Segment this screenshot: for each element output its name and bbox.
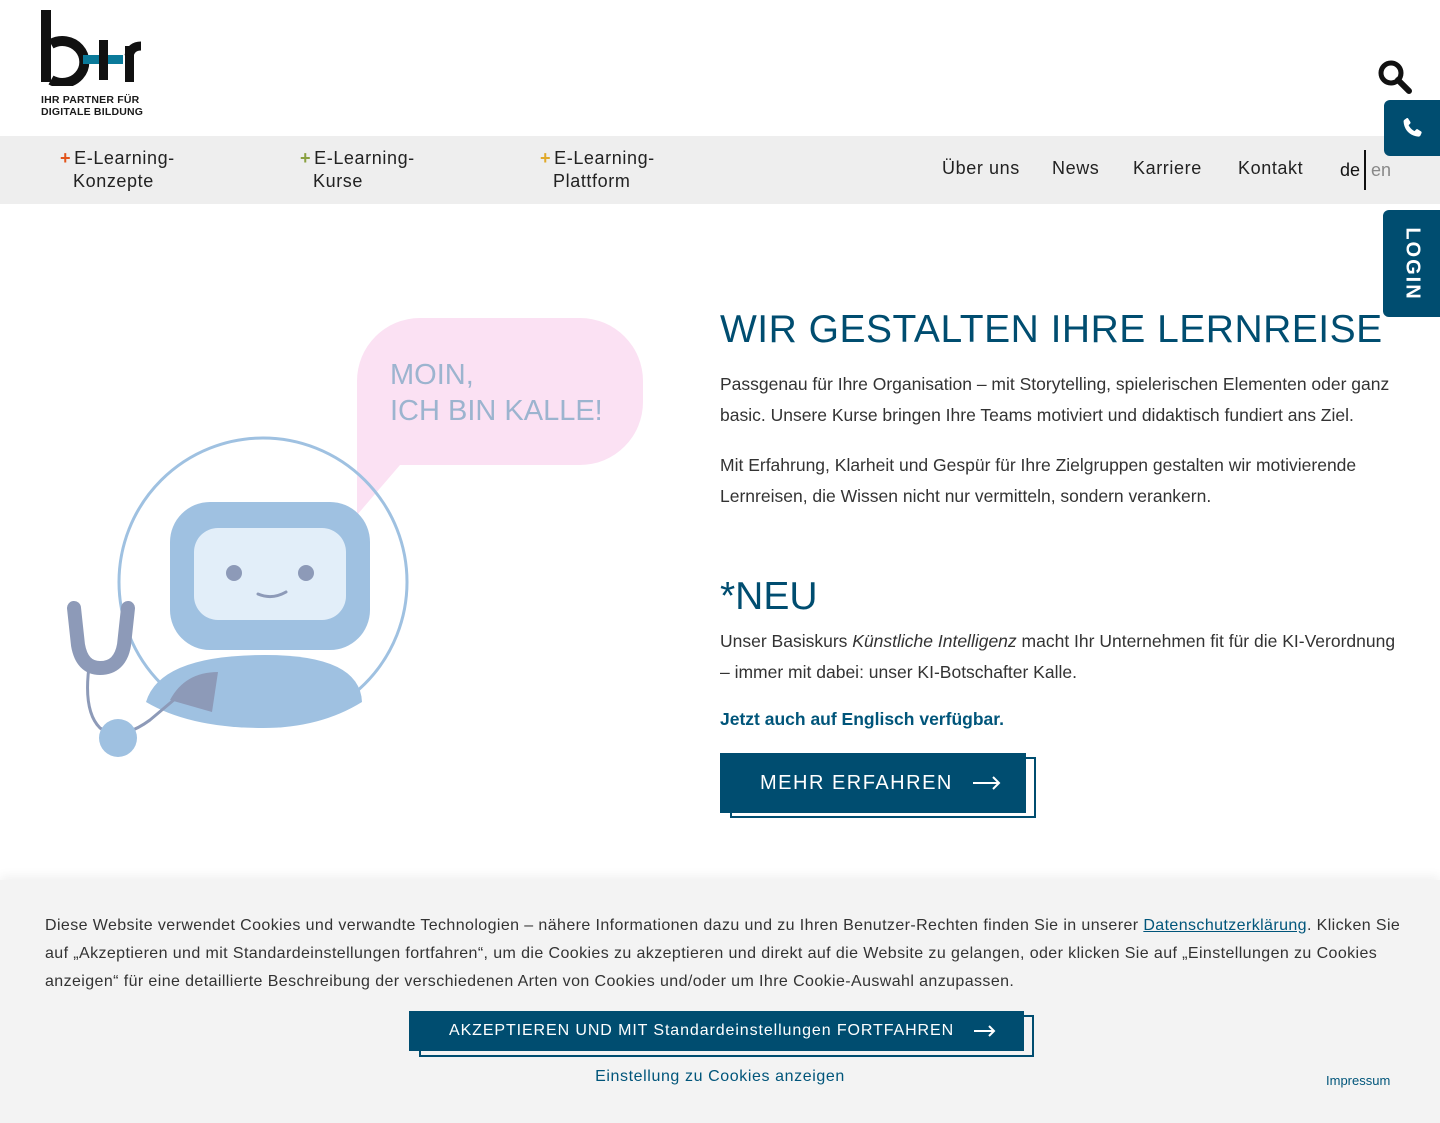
arrow-right-icon <box>974 1025 996 1037</box>
bubble-text-line1: MOIN, <box>390 359 474 391</box>
nav-item-ueber-uns[interactable]: Über uns <box>942 158 1020 179</box>
cookie-accept-button-wrap: AKZEPTIEREN UND MIT Standardeinstellunge… <box>409 1011 1034 1057</box>
cookie-accept-button[interactable]: AKZEPTIEREN UND MIT Standardeinstellunge… <box>409 1011 1024 1051</box>
logo-tagline: IHR PARTNER FÜR DIGITALE BILDUNG <box>41 94 144 118</box>
search-icon[interactable] <box>1378 60 1412 94</box>
hero-content: WIR GESTALTEN IHRE LERNREISE Passgenau f… <box>720 305 1400 819</box>
hero-paragraph-2: Mit Erfahrung, Klarheit und Gespür für I… <box>720 455 1357 506</box>
plus-icon: + <box>60 148 72 168</box>
privacy-policy-link[interactable]: Datenschutzerklärung <box>1143 917 1307 934</box>
english-available-note: Jetzt auch auf Englisch verfügbar. <box>720 709 1004 729</box>
robot-face <box>194 528 346 620</box>
robot-eye <box>226 565 242 581</box>
kalle-robot-illustration: MOIN, ICH BIN KALLE! <box>67 318 643 757</box>
neu-paragraph: Unser Basiskurs Künstliche Intelligenz m… <box>720 631 1396 682</box>
impressum-link[interactable]: Impressum <box>1326 1073 1390 1088</box>
nav-item-e-learning-plattform[interactable]: + E-Learning- Plattform <box>540 147 655 193</box>
logo[interactable]: IHR PARTNER FÜR DIGITALE BILDUNG <box>41 10 151 120</box>
robot-eye <box>298 565 314 581</box>
lang-divider <box>1364 150 1366 190</box>
nav-item-e-learning-kurse[interactable]: + E-Learning- Kurse <box>300 147 415 193</box>
hero-title: WIR GESTALTEN IHRE LERNREISE <box>720 308 1383 351</box>
site-header: IHR PARTNER FÜR DIGITALE BILDUNG <box>0 0 1440 136</box>
lang-de[interactable]: de <box>1340 160 1360 181</box>
cookie-settings-link[interactable]: Einstellung zu Cookies anzeigen <box>0 1068 1440 1086</box>
mehr-erfahren-button[interactable]: MEHR ERFAHREN <box>720 753 1026 813</box>
phone-icon <box>1403 118 1422 137</box>
plus-icon: + <box>300 148 312 168</box>
mehr-erfahren-button-wrap: MEHR ERFAHREN <box>720 753 1036 819</box>
lang-en[interactable]: en <box>1371 160 1391 181</box>
login-label: LOGIN <box>1401 226 1423 301</box>
main-navigation: + E-Learning- Konzepte + E-Learning- Kurse… <box>0 136 1440 204</box>
login-tab[interactable]: LOGIN <box>1383 210 1440 317</box>
stethoscope-chest-piece <box>99 719 137 757</box>
nav-item-kontakt[interactable]: Kontakt <box>1238 158 1303 179</box>
cookie-banner: Diese Website verwendet Cookies und verw… <box>0 880 1440 1123</box>
nav-item-news[interactable]: News <box>1052 158 1099 179</box>
cookie-text: Diese Website verwendet Cookies und verw… <box>45 917 1401 990</box>
stethoscope <box>67 601 135 676</box>
neu-title: *NEU <box>720 575 818 618</box>
nav-item-e-learning-konzepte[interactable]: + E-Learning- Konzepte <box>60 147 175 193</box>
phone-contact-tab[interactable] <box>1384 100 1440 156</box>
arrow-right-icon <box>972 776 1001 790</box>
plus-icon: + <box>540 148 552 168</box>
hero-paragraph-1: Passgenau für Ihre Organisation – mit St… <box>720 374 1390 425</box>
nav-item-karriere[interactable]: Karriere <box>1133 158 1202 179</box>
language-switcher: de en <box>1340 150 1400 190</box>
logo-mark-icon <box>41 10 141 86</box>
bubble-text-line2: ICH BIN KALLE! <box>390 395 603 427</box>
